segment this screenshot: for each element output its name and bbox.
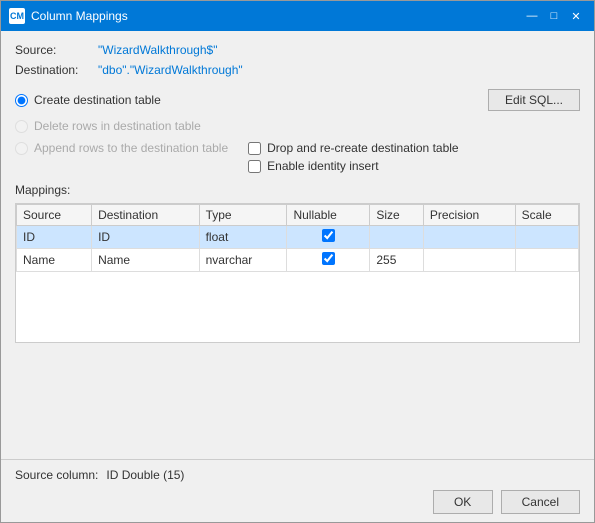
source-column-value: ID Double (15) — [106, 468, 184, 482]
append-radio-row: Append rows to the destination table — [15, 141, 228, 155]
source-label: Source: — [15, 43, 90, 57]
window-title: Column Mappings — [31, 9, 128, 23]
cell-type: float — [199, 226, 287, 249]
buttons-row: OK Cancel — [15, 490, 580, 514]
table-row[interactable]: IDIDfloat — [17, 226, 579, 249]
options-row: Append rows to the destination table Dro… — [15, 141, 580, 173]
create-radio-row: Create destination table — [15, 93, 161, 107]
title-bar: CM Column Mappings — □ ✕ — [1, 1, 594, 31]
source-value: "WizardWalkthrough$" — [98, 43, 217, 57]
delete-radio[interactable] — [15, 120, 28, 133]
enable-identity-row: Enable identity insert — [248, 159, 458, 173]
mappings-label: Mappings: — [15, 183, 580, 197]
ok-button[interactable]: OK — [433, 490, 493, 514]
title-bar-controls: — □ ✕ — [522, 7, 586, 25]
source-column-label: Source column: — [15, 468, 98, 482]
destination-value: "dbo"."WizardWalkthrough" — [98, 63, 243, 77]
minimize-button[interactable]: — — [522, 7, 542, 25]
delete-radio-row: Delete rows in destination table — [15, 119, 580, 133]
checkbox-group: Drop and re-create destination table Ena… — [248, 141, 458, 173]
column-mappings-dialog: CM Column Mappings — □ ✕ Source: "Wizard… — [0, 0, 595, 523]
main-content: Source: "WizardWalkthrough$" Destination… — [1, 31, 594, 459]
bottom-section: Source column: ID Double (15) OK Cancel — [1, 459, 594, 522]
table-row[interactable]: NameNamenvarchar255 — [17, 249, 579, 272]
col-precision: Precision — [423, 205, 515, 226]
source-column-row: Source column: ID Double (15) — [15, 468, 580, 482]
window-icon: CM — [9, 8, 25, 24]
create-radio[interactable] — [15, 94, 28, 107]
cell-size — [370, 226, 423, 249]
mappings-table: Source Destination Type Nullable Size Pr… — [16, 204, 579, 272]
cell-nullable — [287, 249, 370, 272]
destination-label: Destination: — [15, 63, 90, 77]
close-button[interactable]: ✕ — [566, 7, 586, 25]
col-type: Type — [199, 205, 287, 226]
destination-row: Destination: "dbo"."WizardWalkthrough" — [15, 63, 580, 77]
col-destination: Destination — [92, 205, 200, 226]
enable-identity-label: Enable identity insert — [267, 159, 378, 173]
cell-destination: Name — [92, 249, 200, 272]
drop-recreate-row: Drop and re-create destination table — [248, 141, 458, 155]
enable-identity-checkbox[interactable] — [248, 160, 261, 173]
col-size: Size — [370, 205, 423, 226]
cell-precision — [423, 226, 515, 249]
append-radio[interactable] — [15, 142, 28, 155]
cell-nullable — [287, 226, 370, 249]
mappings-table-container[interactable]: Source Destination Type Nullable Size Pr… — [15, 203, 580, 343]
cell-source: ID — [17, 226, 92, 249]
cell-size: 255 — [370, 249, 423, 272]
maximize-button[interactable]: □ — [544, 7, 564, 25]
append-label: Append rows to the destination table — [34, 141, 228, 155]
cell-source: Name — [17, 249, 92, 272]
cell-scale — [515, 226, 578, 249]
col-nullable: Nullable — [287, 205, 370, 226]
cell-destination: ID — [92, 226, 200, 249]
table-body: IDIDfloatNameNamenvarchar255 — [17, 226, 579, 272]
create-row: Create destination table Edit SQL... — [15, 89, 580, 111]
col-scale: Scale — [515, 205, 578, 226]
cell-scale — [515, 249, 578, 272]
table-header-row: Source Destination Type Nullable Size Pr… — [17, 205, 579, 226]
title-bar-left: CM Column Mappings — [9, 8, 128, 24]
cell-precision — [423, 249, 515, 272]
drop-recreate-label: Drop and re-create destination table — [267, 141, 458, 155]
delete-label: Delete rows in destination table — [34, 119, 201, 133]
drop-recreate-checkbox[interactable] — [248, 142, 261, 155]
cancel-button[interactable]: Cancel — [501, 490, 580, 514]
source-row: Source: "WizardWalkthrough$" — [15, 43, 580, 57]
col-source: Source — [17, 205, 92, 226]
create-label: Create destination table — [34, 93, 161, 107]
cell-type: nvarchar — [199, 249, 287, 272]
edit-sql-button[interactable]: Edit SQL... — [488, 89, 580, 111]
